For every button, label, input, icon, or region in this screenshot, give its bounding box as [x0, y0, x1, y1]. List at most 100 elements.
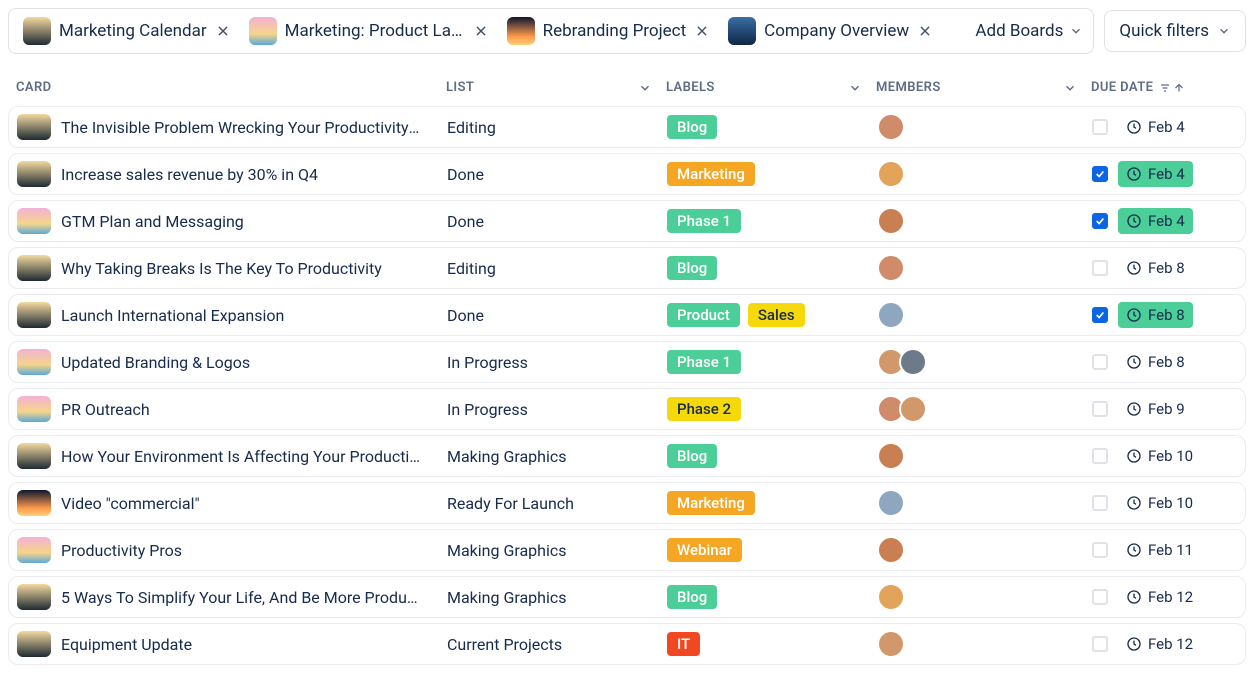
member-avatar[interactable]	[877, 536, 905, 564]
close-icon[interactable]	[215, 23, 231, 39]
close-icon[interactable]	[473, 23, 489, 39]
due-date-text: Feb 8	[1148, 353, 1185, 371]
board-tab-label: Marketing: Product Lau…	[285, 21, 465, 41]
due-date-badge[interactable]: Feb 4	[1118, 161, 1193, 187]
clock-icon	[1126, 401, 1142, 417]
card-thumb-icon	[17, 302, 51, 328]
complete-checkbox[interactable]	[1092, 401, 1108, 417]
board-tab[interactable]: Marketing Calendar	[19, 15, 235, 47]
filter-icon	[1159, 82, 1171, 94]
clock-icon	[1126, 495, 1142, 511]
card-title: How Your Environment Is Affecting Your P…	[61, 447, 421, 466]
label-pill[interactable]: Blog	[667, 444, 717, 468]
table-row[interactable]: Productivity ProsMaking GraphicsWebinarF…	[8, 529, 1246, 571]
label-pill[interactable]: IT	[667, 632, 700, 656]
label-pill[interactable]: Phase 1	[667, 350, 741, 374]
table-row[interactable]: Launch International ExpansionDoneProduc…	[8, 294, 1246, 336]
table-row[interactable]: Video "commercial"Ready For LaunchMarket…	[8, 482, 1246, 524]
close-icon[interactable]	[917, 23, 933, 39]
complete-checkbox[interactable]	[1092, 495, 1108, 511]
list-value: Making Graphics	[447, 541, 567, 560]
table-row[interactable]: 5 Ways To Simplify Your Life, And Be Mor…	[8, 576, 1246, 618]
due-date-badge[interactable]: Feb 8	[1118, 349, 1193, 375]
table-row[interactable]: Why Taking Breaks Is The Key To Producti…	[8, 247, 1246, 289]
card-title: GTM Plan and Messaging	[61, 212, 244, 231]
due-date-badge[interactable]: Feb 4	[1118, 208, 1193, 234]
table-row[interactable]: Updated Branding & LogosIn ProgressPhase…	[8, 341, 1246, 383]
member-avatar[interactable]	[877, 160, 905, 188]
complete-checkbox[interactable]	[1092, 213, 1108, 229]
member-avatar[interactable]	[877, 442, 905, 470]
complete-checkbox[interactable]	[1092, 119, 1108, 135]
card-title: Updated Branding & Logos	[61, 353, 250, 372]
table-header: CARD LIST LABELS MEMBERS DUE DATE	[8, 74, 1246, 101]
due-date-badge[interactable]: Feb 10	[1118, 443, 1201, 469]
board-tab[interactable]: Rebranding Project	[503, 15, 715, 47]
table-row[interactable]: GTM Plan and MessagingDonePhase 1Feb 4	[8, 200, 1246, 242]
clock-icon	[1126, 354, 1142, 370]
label-pill[interactable]: Sales	[748, 303, 805, 327]
column-header-list[interactable]: LIST	[446, 80, 666, 95]
complete-checkbox[interactable]	[1092, 589, 1108, 605]
member-avatar[interactable]	[899, 348, 927, 376]
complete-checkbox[interactable]	[1092, 354, 1108, 370]
close-icon[interactable]	[694, 23, 710, 39]
due-date-text: Feb 8	[1148, 306, 1185, 324]
member-avatar[interactable]	[877, 301, 905, 329]
member-avatar[interactable]	[877, 113, 905, 141]
member-avatar[interactable]	[877, 630, 905, 658]
label-pill[interactable]: Blog	[667, 585, 717, 609]
card-thumb-icon	[17, 255, 51, 281]
due-date-badge[interactable]: Feb 10	[1118, 490, 1201, 516]
label-pill[interactable]: Marketing	[667, 162, 755, 186]
label-pill[interactable]: Blog	[667, 115, 717, 139]
board-thumb-icon	[23, 17, 51, 45]
due-date-badge[interactable]: Feb 8	[1118, 255, 1193, 281]
label-pill[interactable]: Product	[667, 303, 740, 327]
member-avatar[interactable]	[877, 489, 905, 517]
sort-ascending-icon	[1173, 82, 1185, 94]
quick-filters-button[interactable]: Quick filters	[1104, 10, 1246, 52]
list-value: In Progress	[447, 400, 528, 419]
member-avatar[interactable]	[877, 583, 905, 611]
complete-checkbox[interactable]	[1092, 166, 1108, 182]
table-row[interactable]: The Invisible Problem Wrecking Your Prod…	[8, 106, 1246, 148]
card-title: Why Taking Breaks Is The Key To Producti…	[61, 259, 382, 278]
member-avatar[interactable]	[877, 254, 905, 282]
board-tab[interactable]: Company Overview	[724, 15, 937, 47]
table-row[interactable]: Equipment UpdateCurrent ProjectsITFeb 12	[8, 623, 1246, 665]
column-header-labels[interactable]: LABELS	[666, 80, 876, 95]
column-header-members[interactable]: MEMBERS	[876, 80, 1091, 95]
chevron-down-icon	[848, 81, 862, 95]
table-row[interactable]: Increase sales revenue by 30% in Q4DoneM…	[8, 153, 1246, 195]
complete-checkbox[interactable]	[1092, 636, 1108, 652]
card-title: 5 Ways To Simplify Your Life, And Be Mor…	[61, 588, 421, 607]
card-thumb-icon	[17, 584, 51, 610]
board-tab[interactable]: Marketing: Product Lau…	[245, 15, 493, 47]
list-value: Done	[447, 306, 484, 325]
member-avatar[interactable]	[899, 395, 927, 423]
due-date-badge[interactable]: Feb 4	[1118, 114, 1193, 140]
column-header-due-date[interactable]: DUE DATE	[1091, 80, 1238, 95]
due-date-badge[interactable]: Feb 8	[1118, 302, 1193, 328]
label-pill[interactable]: Phase 1	[667, 209, 741, 233]
label-pill[interactable]: Phase 2	[667, 397, 741, 421]
complete-checkbox[interactable]	[1092, 542, 1108, 558]
member-avatar[interactable]	[877, 207, 905, 235]
complete-checkbox[interactable]	[1092, 307, 1108, 323]
card-title: Increase sales revenue by 30% in Q4	[61, 165, 318, 184]
due-date-badge[interactable]: Feb 9	[1118, 396, 1193, 422]
due-date-badge[interactable]: Feb 11	[1118, 537, 1201, 563]
complete-checkbox[interactable]	[1092, 260, 1108, 276]
add-boards-button[interactable]: Add Boards	[975, 21, 1083, 41]
table-row[interactable]: PR Outreach In Progress Phase 2 Feb 9	[8, 388, 1246, 430]
card-title: PR Outreach	[61, 400, 150, 419]
label-pill[interactable]: Marketing	[667, 491, 755, 515]
due-date-badge[interactable]: Feb 12	[1118, 584, 1201, 610]
due-date-badge[interactable]: Feb 12	[1118, 631, 1201, 657]
label-pill[interactable]: Blog	[667, 256, 717, 280]
column-header-card[interactable]: CARD	[16, 80, 446, 95]
complete-checkbox[interactable]	[1092, 448, 1108, 464]
table-row[interactable]: How Your Environment Is Affecting Your P…	[8, 435, 1246, 477]
label-pill[interactable]: Webinar	[667, 538, 742, 562]
